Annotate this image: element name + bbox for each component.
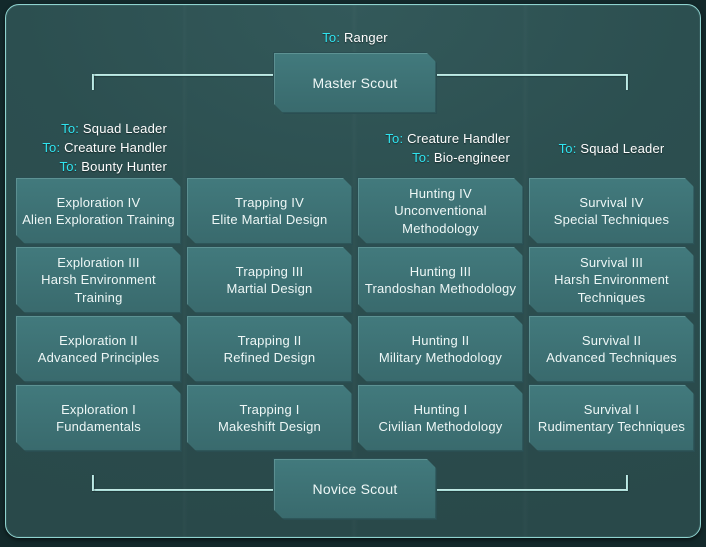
to-line: To: Bio-engineer [330,148,510,167]
node-exploration-iv-label: Exploration IV Alien Exploration Training [22,194,175,227]
node-master-scout-label: Master Scout [312,74,398,91]
window-frame: To: Ranger Master Scout To: Squad Leader… [0,0,706,547]
node-trapping-ii[interactable]: Trapping II Refined Design [186,315,353,383]
to-line: To: Bounty Hunter [0,157,167,176]
to-target: Bio-engineer [433,150,510,165]
node-trapping-ii-label: Trapping II Refined Design [223,332,316,365]
to-prefix: To: [385,131,404,146]
node-survival-ii-label: Survival II Advanced Techniques [546,332,677,365]
node-trapping-iv-label: Trapping IV Elite Martial Design [211,194,328,227]
node-survival-i-label: Survival I Rudimentary Techniques [537,401,686,434]
to-target: Squad Leader [580,141,665,156]
node-hunting-iii[interactable]: Hunting III Trandoshan Methodology [357,246,524,314]
to-target: Creature Handler [64,140,167,155]
node-trapping-iv[interactable]: Trapping IV Elite Martial Design [186,177,353,245]
node-novice-scout[interactable]: Novice Scout [273,458,437,520]
to-line: To: Squad Leader [528,139,695,158]
node-survival-iv-label: Survival IV Special Techniques [553,194,670,227]
connector-master-right-horizontal [437,74,628,76]
to-group-left-branch: To: Squad Leader To: Creature Handler To… [0,119,167,176]
connector-novice-right-horizontal [437,489,628,491]
node-survival-iv[interactable]: Survival IV Special Techniques [528,177,695,245]
node-novice-scout-label: Novice Scout [312,480,398,497]
node-trapping-i[interactable]: Trapping I Makeshift Design [186,384,353,452]
to-target: Ranger [343,30,388,45]
node-hunting-i-label: Hunting I Civilian Methodology [378,401,503,434]
node-hunting-iv-label: Hunting IV Unconventional Methodology [394,186,487,236]
connector-novice-left-rise [92,475,94,491]
to-prefix: To: [59,159,78,174]
node-exploration-ii-label: Exploration II Advanced Principles [37,332,160,365]
to-target: Squad Leader [82,121,167,136]
to-line: To: Creature Handler [330,129,510,148]
to-line: To: Squad Leader [0,119,167,138]
to-prefix: To: [322,30,341,45]
node-hunting-i[interactable]: Hunting I Civilian Methodology [357,384,524,452]
skill-tree-canvas: To: Ranger Master Scout To: Squad Leader… [0,0,706,547]
node-exploration-iv[interactable]: Exploration IV Alien Exploration Training [15,177,182,245]
to-prefix: To: [61,121,80,136]
to-prefix: To: [42,140,61,155]
node-hunting-ii[interactable]: Hunting II Military Methodology [357,315,524,383]
node-survival-iii[interactable]: Survival III Harsh Environment Techniques [528,246,695,314]
node-hunting-iii-label: Hunting III Trandoshan Methodology [364,263,517,296]
node-trapping-iii[interactable]: Trapping III Martial Design [186,246,353,314]
node-exploration-i-label: Exploration I Fundamentals [56,401,141,434]
node-survival-i[interactable]: Survival I Rudimentary Techniques [528,384,695,452]
node-hunting-ii-label: Hunting II Military Methodology [378,332,503,365]
connector-master-left-horizontal [92,74,273,76]
node-exploration-iii[interactable]: Exploration III Harsh Environment Trainin… [15,246,182,314]
to-target: Bounty Hunter [81,159,167,174]
node-master-scout[interactable]: Master Scout [273,52,437,114]
node-exploration-i[interactable]: Exploration I Fundamentals [15,384,182,452]
connector-master-right-drop [626,74,628,90]
to-prefix: To: [558,141,577,156]
node-exploration-ii[interactable]: Exploration II Advanced Principles [15,315,182,383]
node-trapping-i-label: Trapping I Makeshift Design [218,401,321,434]
to-prefix: To: [412,150,431,165]
to-target: Creature Handler [407,131,510,146]
to-group-right-branch: To: Squad Leader [528,139,695,158]
node-exploration-iii-label: Exploration III Harsh Environment Trainin… [41,255,156,305]
to-group-mid-branch: To: Creature Handler To: Bio-engineer [330,129,510,167]
connector-novice-left-horizontal [92,489,273,491]
to-line: To: Creature Handler [0,138,167,157]
connector-novice-right-rise [626,475,628,491]
node-survival-iii-label: Survival III Harsh Environment Techniques [554,255,669,305]
to-label-ranger: To: Ranger [273,30,437,45]
node-survival-ii[interactable]: Survival II Advanced Techniques [528,315,695,383]
node-hunting-iv[interactable]: Hunting IV Unconventional Methodology [357,177,524,245]
connector-master-left-drop [92,74,94,90]
node-trapping-iii-label: Trapping III Martial Design [226,263,313,296]
